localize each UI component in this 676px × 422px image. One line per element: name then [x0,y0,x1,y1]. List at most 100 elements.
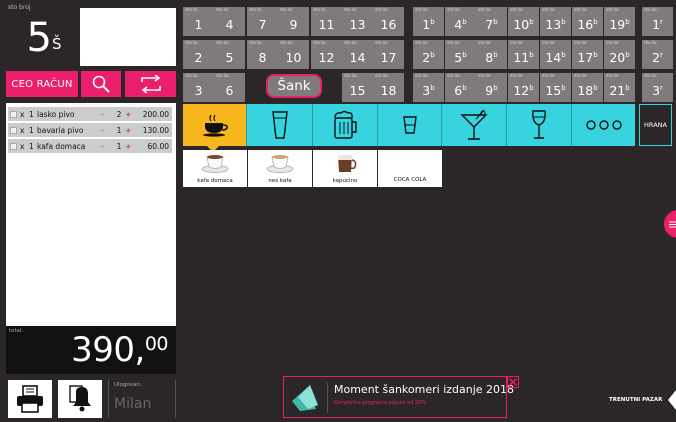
table-button[interactable]: sto br. 2b [413,40,444,69]
category-shot-glass[interactable] [377,104,441,146]
table-button[interactable]: sto br. 4b [445,7,476,36]
table-button[interactable]: sto br. 12b [508,73,539,102]
table-button[interactable]: sto br. 16b [572,7,603,36]
full-bill-button[interactable]: CEO RAČUN [6,71,78,97]
expand-arrow-icon[interactable] [668,390,676,410]
table-button[interactable]: sto br. 1r [642,7,673,36]
table-button[interactable]: sto br. 8 [247,40,278,69]
table-button[interactable]: sto br. 7 [247,7,278,36]
table-button[interactable]: sto br. 2r [642,40,673,69]
table-cell-label: sto br. [185,8,200,13]
table-button[interactable]: sto br. 5b [445,40,476,69]
table-button[interactable]: sto br. 17b [572,40,603,69]
close-banner-button[interactable] [507,376,519,388]
increase-button[interactable]: + [125,142,133,151]
bar-counter-button[interactable]: Šank [266,74,322,98]
order-row-name: bavaria pivo [37,125,84,135]
table-button[interactable]: sto br. 10b [508,7,539,36]
table-cell-label: sto br. [344,8,359,13]
table-button[interactable]: sto br. 1b [413,7,444,36]
table-button[interactable]: sto br. 12 [311,40,342,69]
table-button[interactable]: sto br. 18b [572,73,603,102]
side-menu-tab[interactable] [664,210,676,238]
search-icon [92,75,110,93]
category-coffee[interactable] [183,104,246,146]
table-button[interactable]: sto br. 15b [540,73,571,102]
table-cell-label: sto br. [510,41,525,46]
table-cell-number-value: 18 [577,83,594,98]
table-button[interactable]: sto br. 19b [604,7,635,36]
table-button[interactable]: sto br. 20b [604,40,635,69]
print-receipt-button[interactable] [8,380,52,418]
order-row-price: 130.00 [142,125,169,135]
call-waiter-button[interactable] [58,380,102,418]
table-button[interactable]: sto br. 8b [476,40,507,69]
order-row-checkbox[interactable] [10,142,17,150]
table-cell-number: 1r [642,17,673,32]
decrease-button[interactable]: - [101,110,113,119]
table-button[interactable]: sto br. 15 [342,73,373,102]
promo-banner[interactable]: Moment šankomeri izdanje 2018 Kompletna … [283,376,519,418]
table-cell-number: 6b [445,83,476,98]
table-button[interactable]: sto br. 14b [540,40,571,69]
decrease-button[interactable]: - [101,126,113,135]
increase-button[interactable]: + [125,126,133,135]
order-row[interactable]: x 1 lasko pivo - 2 + 200.00 [8,107,172,121]
table-button[interactable]: sto br. 4 [214,7,245,36]
category-beer-glass[interactable] [246,104,312,146]
table-cell-label: sto br. [415,8,430,13]
table-button[interactable]: sto br. 10 [278,40,309,69]
product-kapucino[interactable]: kapucino [313,150,377,187]
table-button[interactable]: sto br. 9b [476,73,507,102]
table-button[interactable]: sto br. 13 [342,7,373,36]
order-row-checkbox[interactable] [10,110,17,118]
more-dots-icon [585,120,622,130]
product-kafa-domaca[interactable]: kafa domaca [183,150,247,187]
table-cell-number-value: 15 [349,83,366,98]
product-coca-cola[interactable]: COCA COLA [378,150,442,187]
transfer-button[interactable] [125,71,176,97]
category-more[interactable] [571,104,635,146]
table-cell-number: 21b [604,83,635,98]
table-button[interactable]: sto br. 1 [183,7,214,36]
table-button[interactable]: sto br. 3b [413,73,444,102]
food-category-button[interactable]: HRANA [639,104,672,146]
increase-button[interactable]: + [125,110,133,119]
shot-glass-icon [402,116,417,134]
table-cell-suffix: b [625,50,630,59]
table-cell-number: 20b [604,50,635,65]
table-button[interactable]: sto br. 5 [214,40,245,69]
table-cell-number-value: 4 [225,17,234,32]
current-revenue-button[interactable]: TRENUTNI PAZAR [609,397,662,403]
order-row[interactable]: x 1 kafa domaca - 1 + 60.00 [8,139,172,153]
table-button[interactable]: sto br. 6 [214,73,245,102]
category-wine[interactable] [506,104,571,146]
table-button[interactable]: sto br. 16 [373,7,404,36]
total-amount-cents: 00 [144,333,169,355]
table-cell-number: 2 [183,50,214,65]
table-cell-number-value: 11 [513,50,530,65]
table-button[interactable]: sto br. 6b [445,73,476,102]
decrease-button[interactable]: - [101,142,113,151]
table-button[interactable]: sto br. 21b [604,73,635,102]
table-cell-label: sto br. [574,74,589,79]
category-beer-mug[interactable] [312,104,377,146]
table-button[interactable]: sto br. 18 [373,73,404,102]
product-nes-kafa[interactable]: nes kafa [248,150,312,187]
order-row-checkbox[interactable] [10,126,17,134]
table-button[interactable]: sto br. 7b [476,7,507,36]
category-cocktail[interactable] [441,104,506,146]
search-button[interactable] [81,71,121,97]
table-button[interactable]: sto br. 11 [311,7,342,36]
table-button[interactable]: sto br. 14 [342,40,373,69]
table-button[interactable]: sto br. 2 [183,40,214,69]
order-row[interactable]: x 1 bavaria pivo - 1 + 130.00 [8,123,172,137]
table-button[interactable]: sto br. 3 [183,73,214,102]
table-button[interactable]: sto br. 17 [373,40,404,69]
table-cell-suffix: r [660,50,663,59]
table-button[interactable]: sto br. 3r [642,73,673,102]
table-button[interactable]: sto br. 11b [508,40,539,69]
table-button[interactable]: sto br. 9 [278,7,309,36]
table-cell-number: 14 [342,50,373,65]
table-button[interactable]: sto br. 13b [540,7,571,36]
